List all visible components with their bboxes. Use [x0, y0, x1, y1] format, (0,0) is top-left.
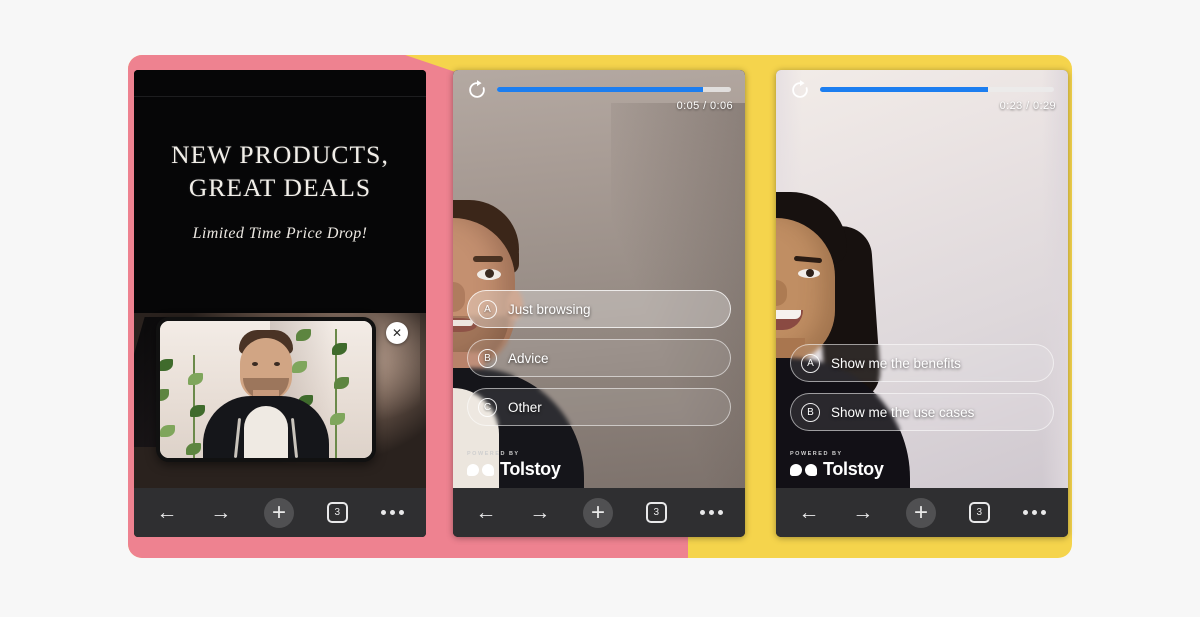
tabs-icon[interactable]: 3 [968, 502, 990, 523]
replay-icon[interactable] [789, 79, 811, 101]
back-icon[interactable]: ← [798, 501, 819, 525]
video-player-controls-female: 0:23 / 0:29 [776, 70, 1068, 122]
choice-key: C [478, 397, 497, 417]
video-screen-male: 0:05 / 0:06 A Just browsing B Advice C O… [453, 70, 745, 488]
choice-key: B [801, 402, 820, 422]
more-icon[interactable] [699, 510, 723, 515]
choice-option-b[interactable]: B Show me the use cases [790, 393, 1054, 431]
choice-key: B [478, 348, 497, 368]
browser-nav-bar: ← → + 3 [453, 488, 745, 537]
promo-divider [134, 96, 426, 97]
tolstoy-badge-male[interactable]: POWERED BY Tolstoy [467, 451, 561, 480]
pip-presenter [202, 330, 330, 458]
promo-screen: NEW PRODUCTS, GREAT DEALS Limited Time P… [134, 70, 426, 488]
choice-list-male: A Just browsing B Advice C Other [467, 290, 731, 426]
tolstoy-wordmark: Tolstoy [500, 459, 561, 479]
tabs-icon[interactable]: 3 [645, 502, 667, 523]
phone-mockup-quiz-female: 0:23 / 0:29 A Show me the benefits B Sho… [776, 70, 1068, 537]
tolstoy-badge-female[interactable]: POWERED BY Tolstoy [790, 451, 884, 480]
promo-card: NEW PRODUCTS, GREAT DEALS Limited Time P… [134, 70, 426, 313]
time-display: 0:05 / 0:06 [676, 100, 733, 112]
tolstoy-logo-icon [467, 463, 494, 476]
browser-nav-bar: ← → + 3 [776, 488, 1068, 537]
promo-headline-line1: NEW PRODUCTS, [171, 140, 389, 169]
close-glyph: ✕ [391, 326, 403, 340]
choice-option-a[interactable]: A Show me the benefits [790, 344, 1054, 382]
replay-icon[interactable] [466, 79, 488, 101]
new-tab-icon[interactable]: + [582, 497, 613, 528]
tolstoy-logo-icon [790, 463, 817, 476]
forward-icon[interactable]: → [210, 501, 231, 525]
picture-in-picture-video[interactable] [156, 317, 376, 462]
video-player-controls-male: 0:05 / 0:06 [453, 70, 745, 122]
choice-label: Advice [508, 350, 549, 366]
choice-label: Show me the benefits [831, 355, 961, 371]
back-icon[interactable]: ← [475, 501, 496, 525]
video-screen-female: 0:23 / 0:29 A Show me the benefits B Sho… [776, 70, 1068, 488]
choice-label: Just browsing [508, 301, 591, 317]
phone-mockup-quiz-male: 0:05 / 0:06 A Just browsing B Advice C O… [453, 70, 745, 537]
choice-key: A [801, 353, 820, 373]
promo-subhead: Limited Time Price Drop! [192, 225, 368, 242]
powered-by-label: POWERED BY [467, 451, 520, 457]
progress-bar[interactable] [820, 87, 1054, 92]
choice-label: Other [508, 399, 542, 415]
choice-list-female: A Show me the benefits B Show me the use… [790, 344, 1054, 431]
new-tab-icon[interactable]: + [263, 497, 294, 528]
choice-option-b[interactable]: B Advice [467, 339, 731, 377]
choice-key: A [478, 299, 497, 319]
phone-mockup-promo: NEW PRODUCTS, GREAT DEALS Limited Time P… [134, 70, 426, 537]
back-icon[interactable]: ← [156, 501, 177, 525]
progress-fill [820, 87, 989, 92]
choice-option-c[interactable]: C Other [467, 388, 731, 426]
time-display: 0:23 / 0:29 [999, 100, 1056, 112]
close-icon[interactable]: ✕ [386, 322, 408, 344]
forward-icon[interactable]: → [852, 501, 873, 525]
powered-by-label: POWERED BY [790, 451, 843, 457]
browser-nav-bar: ← → + 3 [134, 488, 426, 537]
more-icon[interactable] [1022, 510, 1046, 515]
new-tab-icon[interactable]: + [905, 497, 936, 528]
more-icon[interactable] [380, 510, 404, 515]
progress-bar[interactable] [497, 87, 731, 92]
promo-headline: NEW PRODUCTS, GREAT DEALS [134, 138, 426, 204]
screenshot-root: NEW PRODUCTS, GREAT DEALS Limited Time P… [0, 0, 1200, 617]
choice-label: Show me the use cases [831, 404, 975, 420]
progress-fill [497, 87, 703, 92]
tolstoy-wordmark: Tolstoy [823, 459, 884, 479]
tabs-icon[interactable]: 3 [326, 502, 348, 523]
forward-icon[interactable]: → [529, 501, 550, 525]
promo-headline-line2: GREAT DEALS [188, 173, 372, 202]
choice-option-a[interactable]: A Just browsing [467, 290, 731, 328]
